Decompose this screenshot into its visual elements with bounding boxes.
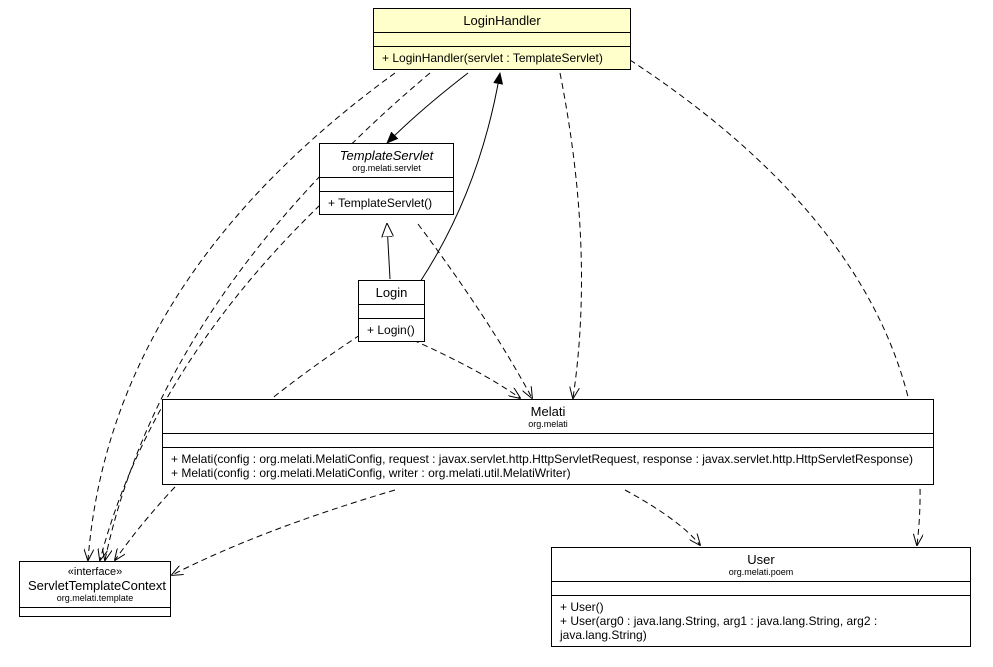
attrs-section (20, 608, 170, 616)
class-login-handler: LoginHandler + LoginHandler(servlet : Te… (373, 8, 631, 70)
class-name: ServletTemplateContext (28, 578, 162, 593)
class-user: User org.melati.poem + User() + User(arg… (551, 547, 971, 647)
attrs-section (552, 582, 970, 596)
class-method: + Melati(config : org.melati.MelatiConfi… (171, 466, 925, 480)
class-servlet-template-context: «interface» ServletTemplateContext org.m… (19, 561, 171, 617)
class-name: Login (367, 285, 416, 300)
class-method: + Melati(config : org.melati.MelatiConfi… (171, 452, 925, 466)
class-package: org.melati (171, 419, 925, 429)
class-stereotype: «interface» (28, 566, 162, 578)
attrs-section (320, 178, 453, 192)
class-template-servlet: TemplateServlet org.melati.servlet + Tem… (319, 143, 454, 215)
class-name: TemplateServlet (328, 148, 445, 163)
class-package: org.melati.servlet (328, 163, 445, 173)
class-name: Melati (171, 404, 925, 419)
class-login: Login + Login() (358, 280, 425, 342)
class-package: org.melati.poem (560, 567, 962, 577)
attrs-section (359, 305, 424, 319)
class-method: + User() (560, 600, 962, 614)
class-melati: Melati org.melati + Melati(config : org.… (162, 399, 934, 485)
class-method: + User(arg0 : java.lang.String, arg1 : j… (560, 614, 962, 642)
class-method: + TemplateServlet() (328, 196, 445, 210)
class-method: + Login() (367, 323, 416, 337)
class-name: User (560, 552, 962, 567)
class-name: LoginHandler (382, 13, 622, 28)
class-package: org.melati.template (28, 593, 162, 603)
attrs-section (374, 33, 630, 47)
attrs-section (163, 434, 933, 448)
class-method: + LoginHandler(servlet : TemplateServlet… (382, 51, 622, 65)
